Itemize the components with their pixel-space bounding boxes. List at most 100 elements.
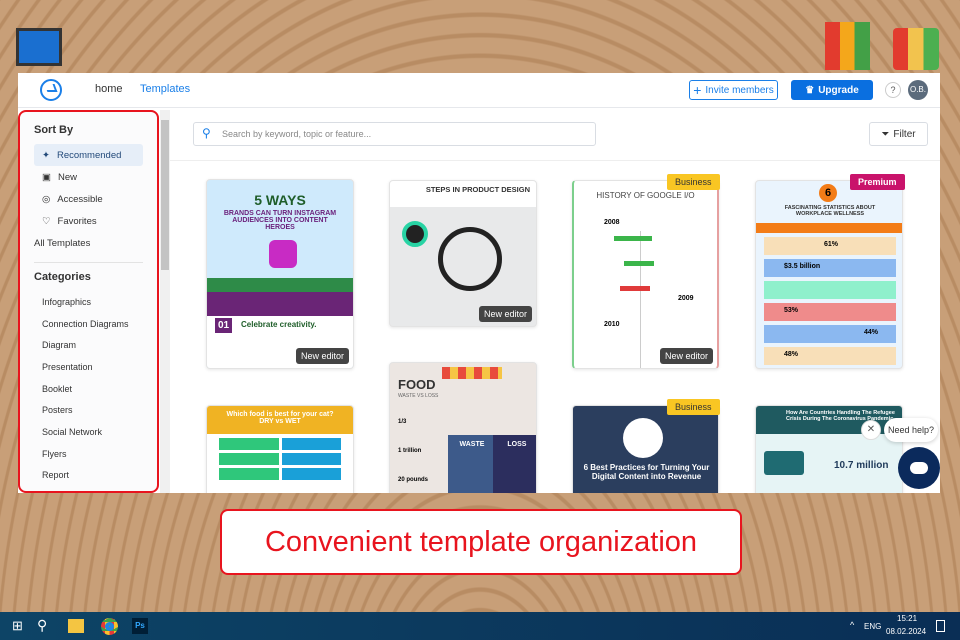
template-card[interactable]: 6 Best Practices for Turning Your Digita… — [572, 405, 719, 493]
icon-band — [756, 223, 902, 233]
card-title: HISTORY OF GOOGLE I/O — [596, 191, 695, 200]
template-card[interactable]: HISTORY OF GOOGLE I/O 2008 2009 2010 New… — [572, 180, 719, 369]
stat: 10.7 million — [834, 460, 889, 471]
label: Accessible — [57, 193, 103, 205]
template-card[interactable]: STEPS IN PRODUCT DESIGN New editor — [389, 180, 537, 327]
desktop-icon-pc[interactable] — [16, 28, 62, 66]
bar — [614, 236, 652, 241]
file-explorer-icon[interactable] — [68, 619, 84, 633]
stat: $3.5 billion — [764, 259, 896, 277]
card-title: 5 WAYS — [254, 192, 306, 208]
divider — [34, 262, 143, 263]
sort-recommended[interactable]: ✦ Recommended — [34, 144, 143, 166]
stat — [764, 281, 896, 299]
desktop-icon-binders[interactable] — [893, 28, 939, 70]
category-item[interactable]: Booklet — [34, 378, 143, 400]
search-input[interactable]: Search by keyword, topic or feature... — [193, 122, 596, 146]
avatar[interactable]: O.B. — [908, 80, 928, 100]
search-icon: ⚲ — [202, 126, 211, 140]
bar — [624, 261, 654, 266]
invite-members-button[interactable]: + Invite members — [689, 80, 778, 100]
template-card[interactable]: Which food is best for your cat? DRY vs W… — [206, 405, 354, 493]
step-number: 01 — [215, 318, 233, 333]
new-editor-tag: New editor — [478, 306, 532, 322]
photoshop-icon[interactable]: Ps — [132, 618, 148, 634]
windows-start-icon[interactable]: ⊞ — [12, 618, 23, 634]
category-item[interactable]: Social Network — [34, 421, 143, 443]
step-title: Celebrate creativity. — [241, 320, 317, 329]
template-card[interactable]: 6 FASCINATING STATISTICS ABOUT WORKPLACE… — [755, 180, 903, 369]
category-item[interactable]: Presentation — [34, 356, 143, 378]
stat: 48% — [764, 347, 896, 365]
band — [207, 292, 353, 316]
sidebar-scrollbar[interactable] — [160, 110, 170, 493]
chevron-up-icon[interactable]: ^ — [850, 620, 854, 630]
category-item[interactable]: Diagram — [34, 334, 143, 356]
label: All Templates — [34, 237, 91, 249]
card-subtitle: WASTE VS LOSS — [398, 393, 439, 399]
bar — [620, 286, 650, 291]
stats-list: 61% $3.5 billion 53% 44% 48% — [764, 237, 896, 365]
upgrade-button[interactable]: ♛ Upgrade — [791, 80, 873, 100]
stat: 20 pounds — [398, 477, 429, 483]
chat-icon — [910, 462, 928, 474]
sort-all-templates[interactable]: All Templates — [34, 232, 143, 254]
new-editor-tag: New editor — [659, 348, 713, 364]
clock-date[interactable]: 08.02.2024 — [886, 627, 926, 636]
new-icon: ▣ — [42, 171, 51, 183]
label: Favorites — [57, 215, 97, 227]
template-card[interactable]: How Are Countries Handling The Refugee C… — [755, 405, 903, 493]
need-help-bubble[interactable]: Need help? — [884, 418, 938, 442]
instagram-icon — [269, 240, 297, 268]
year-label: 2009 — [678, 295, 694, 302]
filter-label: Filter — [893, 128, 916, 140]
template-card[interactable]: 5 WAYS BRANDS CAN TURN INSTAGRAM AUDIENC… — [206, 179, 354, 369]
year-label: 2010 — [604, 321, 620, 328]
notification-icon[interactable] — [936, 620, 945, 632]
laptop-illustration — [623, 418, 663, 458]
category-item[interactable]: Infographics — [34, 291, 143, 313]
upgrade-label: Upgrade — [818, 84, 859, 96]
nav-home[interactable]: home — [95, 83, 123, 95]
stat: 53% — [764, 303, 896, 321]
chat-button[interactable] — [898, 447, 940, 489]
category-item[interactable]: Report — [34, 465, 143, 487]
cycle-diagram — [438, 227, 502, 291]
sort-favorites[interactable]: ♡ Favorites — [34, 210, 143, 232]
nav-templates[interactable]: Templates — [140, 83, 190, 95]
map-illustration — [764, 451, 804, 475]
sort-by-heading: Sort By — [34, 124, 74, 136]
help-button[interactable]: ? — [885, 82, 901, 98]
categories-heading: Categories — [34, 271, 91, 283]
category-item[interactable]: Flyers — [34, 443, 143, 465]
number-badge: 6 — [819, 184, 837, 202]
close-help-icon[interactable]: ✕ — [861, 420, 881, 440]
app-logo-icon[interactable] — [40, 79, 62, 101]
desktop-icon-books[interactable] — [825, 22, 870, 70]
premium-badge: Premium — [850, 174, 905, 190]
sidebar: Sort By ✦ Recommended ▣ New ◎ Accessible ♡ F… — [18, 110, 159, 493]
accessibility-icon: ◎ — [42, 193, 51, 205]
category-item[interactable]: Connection Diagrams — [34, 313, 143, 335]
app-window: home Templates + Invite members ♛ Upgrade … — [18, 73, 940, 493]
card-subtitle: BRANDS CAN TURN INSTAGRAM AUDIENCES INTO… — [223, 210, 337, 231]
stat: 1/3 — [398, 419, 407, 425]
sort-accessible[interactable]: ◎ Accessible — [34, 188, 143, 210]
crown-icon: ♛ — [805, 84, 815, 96]
taskbar: ⊞ ⚲ Ps ^ ENG 15:21 08.02.2024 — [0, 612, 960, 640]
scrollbar-thumb[interactable] — [161, 120, 169, 270]
sort-new[interactable]: ▣ New — [34, 166, 143, 188]
card-title: Which food is best for your cat? — [226, 411, 334, 418]
card-title: STEPS IN PRODUCT DESIGN — [390, 181, 536, 207]
chrome-icon[interactable] — [101, 618, 118, 635]
filter-button[interactable]: ⏷ Filter — [869, 122, 928, 146]
card-title: FASCINATING STATISTICS ABOUT WORKPLACE W… — [784, 205, 876, 217]
language-indicator[interactable]: ENG — [864, 622, 881, 631]
clock-time[interactable]: 15:21 — [897, 614, 917, 623]
search-icon[interactable]: ⚲ — [37, 617, 47, 634]
col-label: WASTE — [459, 441, 485, 448]
year-label: 2008 — [604, 219, 620, 226]
target-icon — [402, 221, 428, 247]
template-card[interactable]: FOOD WASTE VS LOSS WASTE LOSS 1/3 1 trill… — [389, 362, 537, 493]
category-item[interactable]: Posters — [34, 399, 143, 421]
